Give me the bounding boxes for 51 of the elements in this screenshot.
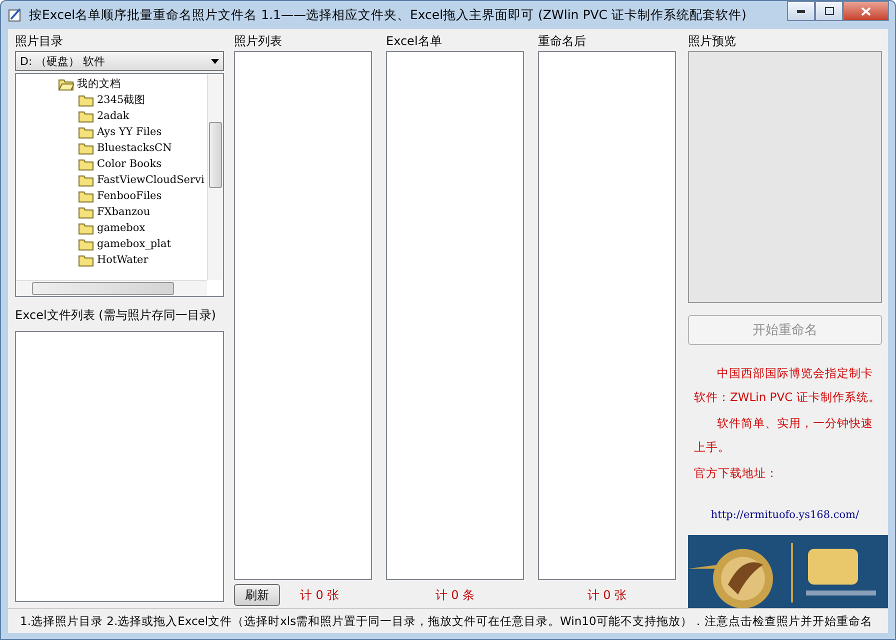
- status-text: 1.选择照片目录 2.选择或拖入Excel文件（选择时xls需和照片置于同一目录，拖放文件可在任意目录。Win10可能不支持拖放）．注意点击检查照片并开始重命名: [20, 614, 872, 628]
- folder-icon: [78, 110, 94, 122]
- folder-icon: [78, 254, 94, 266]
- folder-icon: [78, 222, 94, 234]
- app-icon: [7, 7, 23, 23]
- folder-icon: [78, 190, 94, 202]
- info-text: 软件简单、实用，一分钟快速上手。: [694, 414, 874, 456]
- folder-item[interactable]: gamebox: [18, 220, 207, 236]
- window-title: 按Excel名单顺序批量重命名照片文件名 1.1——选择相应文件夹、Excel拖入主界面即可 (ZWlin PVC 证卡制作系统配套软件): [29, 6, 748, 24]
- folder-item[interactable]: Ays YY Files: [18, 124, 207, 140]
- folder-item[interactable]: FastViewCloudServi: [18, 172, 207, 188]
- maximize-icon: [824, 7, 834, 15]
- close-icon: [861, 6, 871, 16]
- drive-dropdown[interactable]: D: （硬盘） 软件: [15, 51, 224, 71]
- folder-item[interactable]: 2adak: [18, 108, 207, 124]
- folder-icon: [58, 78, 74, 90]
- excel-list-label: Excel文件列表 (需与照片存同一目录): [15, 307, 217, 323]
- folder-item[interactable]: 我的文档: [18, 76, 207, 92]
- info-text: 中国西部国际博览会指定制卡软件：ZWLin PVC 证卡制作系统。: [694, 364, 882, 406]
- preview-label: 照片预览: [688, 33, 737, 49]
- dropdown-arrow-icon: [210, 58, 219, 64]
- folder-item[interactable]: 2345截图: [18, 92, 207, 108]
- folder-item[interactable]: BluestacksCN: [18, 140, 207, 156]
- horizontal-scrollbar[interactable]: [16, 280, 207, 296]
- directory-label: 照片目录: [15, 33, 64, 49]
- folder-icon: [78, 142, 94, 154]
- download-link[interactable]: http://ermituofo.ys168.com/: [688, 508, 882, 521]
- column-label: 重命名后: [538, 33, 587, 49]
- minimize-icon: [797, 10, 805, 12]
- folder-item[interactable]: FenbooFiles: [18, 188, 207, 204]
- column-label: 照片列表: [234, 33, 283, 49]
- close-button[interactable]: [843, 1, 889, 21]
- column-label: Excel名单: [386, 33, 443, 49]
- folder-item[interactable]: Color Books: [18, 156, 207, 172]
- refresh-button[interactable]: 刷新: [234, 584, 280, 606]
- folder-icon: [78, 94, 94, 106]
- folder-icon: [78, 126, 94, 138]
- info-text: 官方下载地址：: [694, 464, 779, 482]
- folder-icon: [78, 158, 94, 170]
- folder-item[interactable]: HotWater: [18, 252, 207, 268]
- count-label: 计 0 张: [300, 586, 340, 604]
- folder-item[interactable]: FXbanzou: [18, 204, 207, 220]
- count-label: 计 0 张: [586, 586, 628, 604]
- folder-item[interactable]: gamebox_plat: [18, 236, 207, 252]
- count-label: 计 0 条: [434, 586, 476, 604]
- vertical-scrollbar[interactable]: [206, 74, 223, 280]
- maximize-button[interactable]: [815, 1, 843, 21]
- folder-icon: [78, 238, 94, 250]
- minimize-button[interactable]: [787, 1, 815, 21]
- folder-icon: [78, 206, 94, 218]
- folder-icon: [78, 174, 94, 186]
